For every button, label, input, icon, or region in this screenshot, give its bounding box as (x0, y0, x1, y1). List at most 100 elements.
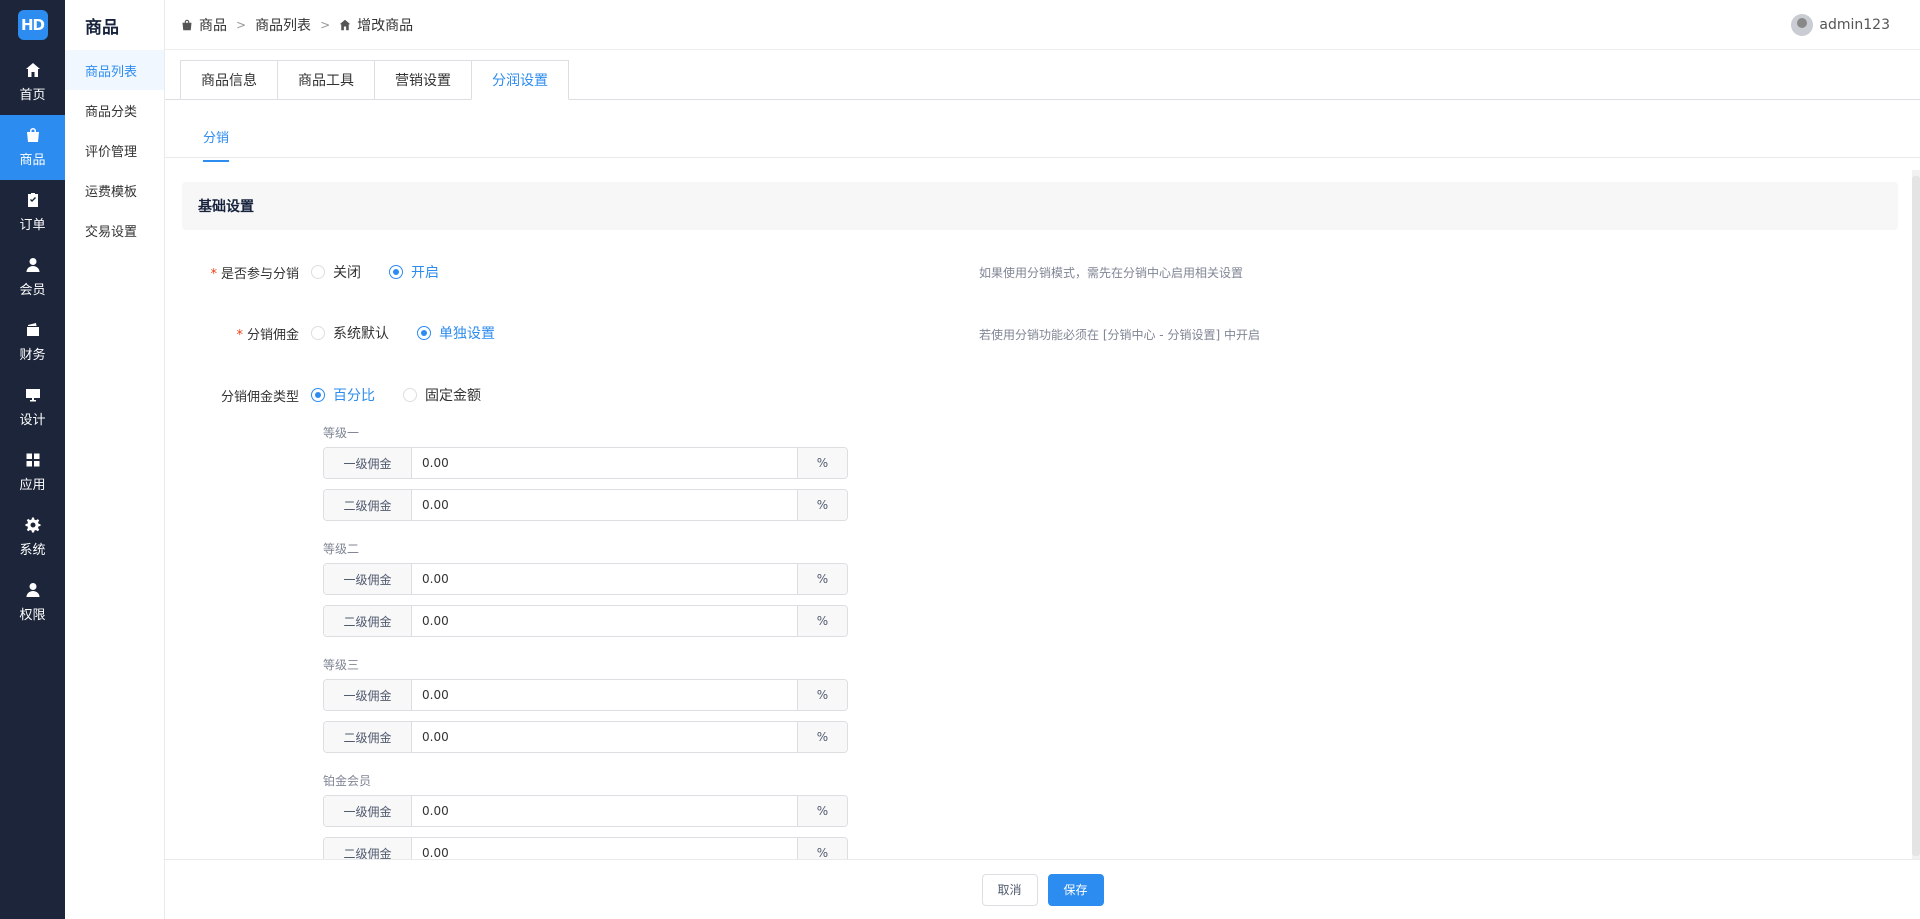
input-suffix: % (797, 606, 847, 636)
footer-actions: 取消 保存 (165, 859, 1920, 919)
level-title: 等级一 (323, 426, 360, 440)
radio-label: 系统默认 (333, 326, 389, 342)
breadcrumb-list[interactable]: 商品列表 (255, 15, 311, 35)
required-mark: * (236, 327, 243, 343)
radio-type-fixed[interactable]: 固定金额 (403, 385, 481, 405)
radio-type-percent[interactable]: 百分比 (311, 385, 375, 405)
breadcrumb-separator-icon: > (320, 17, 331, 32)
scrollbar-thumb[interactable] (1912, 176, 1920, 856)
input-group-level2-first: 一级佣金 0.00 % (323, 563, 848, 595)
section-basic-settings: 基础设置 (182, 182, 1898, 230)
logo[interactable]: HD (0, 0, 65, 50)
radio-commission-custom[interactable]: 单独设置 (417, 323, 495, 343)
clipboard-icon (27, 193, 38, 207)
nav-item-permission[interactable]: 权限 (0, 570, 65, 635)
input-suffix: % (797, 490, 847, 520)
input-prefix: 一级佣金 (324, 448, 412, 478)
sidebar-item-goods-list[interactable]: 商品列表 (65, 50, 164, 90)
nav-item-label: 订单 (19, 218, 46, 233)
nav-item-members[interactable]: 会员 (0, 245, 65, 310)
nav-item-orders[interactable]: 订单 (0, 180, 65, 245)
nav-item-goods[interactable]: 商品 (0, 115, 65, 180)
nav-item-label: 系统 (19, 543, 46, 558)
form-label: * 分销佣金 (165, 324, 311, 343)
radio-join-off[interactable]: 关闭 (311, 262, 361, 282)
bag-icon (182, 19, 192, 30)
input-suffix: % (797, 722, 847, 752)
tab-profit-settings[interactable]: 分润设置 (471, 60, 569, 100)
breadcrumb-root[interactable]: 商品 (181, 15, 227, 35)
input-suffix: % (797, 680, 847, 710)
nav-item-apps[interactable]: 应用 (0, 440, 65, 505)
required-mark: * (210, 266, 217, 282)
user-icon (26, 258, 39, 272)
input-prefix: 二级佣金 (324, 722, 412, 752)
nav-item-finance[interactable]: 财务 (0, 310, 65, 375)
breadcrumb-root-label: 商品 (199, 17, 227, 34)
header: 商品 > 商品列表 > 增改商品 admin123 (165, 0, 1920, 50)
form-label-text: 分销佣金 (246, 327, 299, 343)
radio-label: 单独设置 (439, 326, 495, 342)
form-label: * 是否参与分销 (165, 263, 311, 282)
tab-goods-info[interactable]: 商品信息 (180, 60, 277, 100)
nav-item-label: 首页 (19, 88, 46, 103)
radio-label: 固定金额 (425, 388, 481, 404)
radio-label: 关闭 (333, 265, 361, 281)
radio-label: 开启 (411, 265, 439, 281)
user-menu[interactable]: admin123 (1791, 14, 1890, 36)
radio-dot (417, 326, 431, 340)
sidebar-item-goods-category[interactable]: 商品分类 (65, 90, 164, 130)
avatar (1791, 14, 1814, 36)
commission-input[interactable]: 0.00 (412, 490, 797, 520)
tab-bar: 商品信息 商品工具 营销设置 分润设置 (180, 60, 569, 100)
input-prefix: 一级佣金 (324, 680, 412, 710)
commission-input[interactable]: 0.00 (412, 606, 797, 636)
subtab-bar: 分销 (165, 100, 1920, 162)
commission-input[interactable]: 0.00 (412, 796, 797, 826)
app: HD 首页 商品 订单 会员 财务 设计 应用 系统 权限 商品 商品列表 商品… (0, 0, 1920, 919)
tab-goods-tools[interactable]: 商品工具 (277, 60, 374, 100)
save-button[interactable]: 保存 (1047, 873, 1104, 906)
breadcrumb: 商品 > 商品列表 > 增改商品 (165, 15, 413, 35)
subtab-distribution[interactable]: 分销 (203, 127, 230, 162)
radio-dot (389, 265, 403, 279)
sidebar-item-shipping-template[interactable]: 运费模板 (65, 170, 164, 210)
user-name: admin123 (1819, 17, 1890, 33)
sidebar-title: 商品 (85, 17, 119, 38)
radio-dot (403, 388, 417, 402)
commission-input[interactable]: 0.00 (412, 564, 797, 594)
input-group-level2-second: 二级佣金 0.00 % (323, 605, 848, 637)
commission-input[interactable]: 0.00 (412, 722, 797, 752)
input-group-level3-second: 二级佣金 0.00 % (323, 721, 848, 753)
cancel-button[interactable]: 取消 (981, 873, 1038, 906)
nav-item-label: 财务 (19, 348, 46, 363)
input-group-level4-first: 一级佣金 0.00 % (323, 795, 848, 827)
tab-marketing[interactable]: 营销设置 (374, 60, 471, 100)
nav-item-label: 会员 (19, 283, 46, 298)
commission-input[interactable]: 0.00 (412, 680, 797, 710)
input-suffix: % (797, 796, 847, 826)
radio-join-on[interactable]: 开启 (389, 262, 439, 282)
hint-commission: 若使用分销功能必须在 [分销中心 - 分销设置] 中开启 (979, 328, 1260, 342)
logo-mark: HD (17, 10, 48, 40)
input-prefix: 一级佣金 (324, 564, 412, 594)
nav-item-system[interactable]: 系统 (0, 505, 65, 570)
wallet-icon (26, 323, 39, 336)
input-group-level1-first: 一级佣金 0.00 % (323, 447, 848, 479)
hint-join: 如果使用分销模式，需先在分销中心启用相关设置 (979, 266, 1244, 280)
nav-item-home[interactable]: 首页 (0, 50, 65, 115)
input-prefix: 二级佣金 (324, 490, 412, 520)
sidebar-item-trade-settings[interactable]: 交易设置 (65, 210, 164, 250)
nav-item-design[interactable]: 设计 (0, 375, 65, 440)
commission-input[interactable]: 0.00 (412, 448, 797, 478)
sidebar-item-reviews[interactable]: 评价管理 (65, 130, 164, 170)
breadcrumb-current: 增改商品 (339, 15, 413, 35)
input-prefix: 二级佣金 (324, 606, 412, 636)
grid-icon (26, 453, 39, 467)
breadcrumb-separator-icon: > (236, 17, 247, 32)
main-nav: HD 首页 商品 订单 会员 财务 设计 应用 系统 权限 (0, 0, 65, 919)
form-row-commission-type: 分销佣金类型 百分比 固定金额 (165, 380, 1365, 410)
radio-commission-default[interactable]: 系统默认 (311, 323, 389, 343)
input-group-level1-second: 二级佣金 0.00 % (323, 489, 848, 521)
gear-icon (25, 517, 40, 533)
